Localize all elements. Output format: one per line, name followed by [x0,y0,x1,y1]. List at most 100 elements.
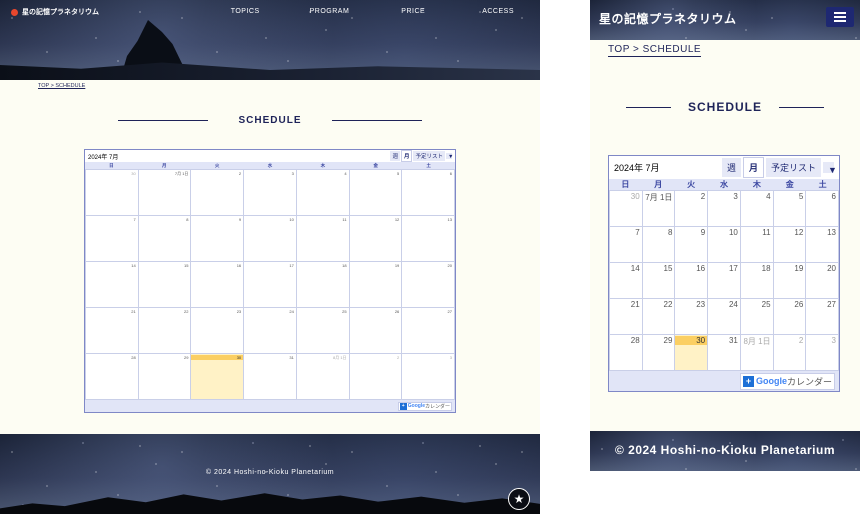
chevron-down-icon[interactable]: ▼ [823,162,837,175]
hamburger-menu-icon[interactable] [826,7,854,27]
calendar-day[interactable]: 19 [349,262,402,307]
calendar-day[interactable]: 16 [675,263,708,298]
calendar-day[interactable]: 2 [349,354,402,399]
calendar-day[interactable]: 12 [773,227,806,262]
calendar-day[interactable]: 6 [402,170,454,215]
view-list-button[interactable]: 予定リスト [765,158,821,177]
calendar-day[interactable]: 11 [296,216,349,261]
calendar-day[interactable]: 6 [806,191,838,226]
calendar-day[interactable]: 5 [349,170,402,215]
calendar-day-today[interactable]: 30 [191,354,244,399]
calendar-day[interactable]: 4 [296,170,349,215]
calendar-day[interactable]: 4 [740,191,773,226]
calendar-day[interactable]: 21 [610,299,642,334]
calendar-day[interactable]: 29 [642,335,675,370]
day-number: 25 [342,309,347,314]
calendar-day[interactable]: 8月 1日 [740,335,773,370]
calendar-day[interactable]: 2 [773,335,806,370]
google-calendar-embed[interactable]: 2024年 7月 週 月 予定リスト ▼ 日月火水木金土 30 7月 1日 2 3 4 5… [84,149,456,413]
calendar-day[interactable]: 22 [642,299,675,334]
calendar-day[interactable]: 28 [86,354,138,399]
view-month-button[interactable]: 月 [742,157,764,178]
mobile-google-calendar-embed[interactable]: 2024年 7月 週 月 予定リスト ▼ 日月火水木金土 30 7月 1日 2 3 4 5… [608,155,840,392]
calendar-day[interactable]: 5 [773,191,806,226]
calendar-day[interactable]: 8 [642,227,675,262]
calendar-day[interactable]: 9 [191,216,244,261]
calendar-day[interactable]: 26 [773,299,806,334]
view-week-button[interactable]: 週 [390,151,400,161]
google-calendar-button[interactable]: + Google カレンダー [739,372,835,390]
view-week-button[interactable]: 週 [721,158,741,177]
calendar-day[interactable]: 11 [740,227,773,262]
calendar-day[interactable]: 7 [86,216,138,261]
calendar-day[interactable]: 7 [610,227,642,262]
calendar-day[interactable]: 15 [138,262,191,307]
chevron-down-icon[interactable]: ▼ [446,153,453,160]
calendar-day[interactable]: 24 [244,308,296,353]
day-number: 3 [831,336,836,345]
calendar-day[interactable]: 20 [806,263,838,298]
mobile-logo[interactable]: 星の記憶プラネタリウム [599,10,737,27]
calendar-day[interactable]: 18 [296,262,349,307]
calendar-day[interactable]: 16 [191,262,244,307]
calendar-day[interactable]: 27 [402,308,454,353]
nav-program[interactable]: PROGRAM [310,8,350,15]
google-calendar-button[interactable]: + Google カレンダー [397,401,452,411]
calendar-day-today[interactable]: 30 [675,335,708,370]
site-logo[interactable]: 星の記憶プラネタリウム [11,7,99,17]
calendar-day[interactable]: 26 [349,308,402,353]
calendar-day[interactable]: 3 [244,170,296,215]
calendar-day[interactable]: 30 [610,191,642,226]
view-month-button[interactable]: 月 [400,150,413,162]
calendar-day[interactable]: 13 [806,227,838,262]
calendar-day[interactable]: 17 [244,262,296,307]
calendar-day[interactable]: 3 [402,354,454,399]
calendar-day[interactable]: 29 [138,354,191,399]
calendar-day[interactable]: 8 [138,216,191,261]
calendar-day[interactable]: 14 [610,263,642,298]
view-list-button[interactable]: 予定リスト [413,151,445,161]
calendar-day[interactable]: 23 [675,299,708,334]
calendar-day[interactable]: 10 [244,216,296,261]
day-number: 19 [794,264,804,273]
calendar-day[interactable]: 3 [708,191,740,226]
page-top-icon[interactable]: ★ [508,488,530,510]
weekday-label: 土 [818,180,827,189]
nav-price[interactable]: PRICE [401,8,425,15]
mobile-breadcrumb[interactable]: TOP > SCHEDULE [608,44,702,57]
calendar-day[interactable]: 24 [708,299,740,334]
day-number: 7 [133,217,136,222]
calendar-day[interactable]: 12 [349,216,402,261]
nav-access[interactable]: ACCESS [482,8,514,15]
calendar-day[interactable]: 2 [675,191,708,226]
calendar-day[interactable]: 17 [708,263,740,298]
calendar-day[interactable]: 31 [708,335,740,370]
calendar-day[interactable]: 27 [806,299,838,334]
calendar-day[interactable]: 7月 1日 [642,191,675,226]
calendar-day[interactable]: 3 [806,335,838,370]
calendar-day[interactable]: 7月 1日 [138,170,191,215]
calendar-day[interactable]: 10 [708,227,740,262]
calendar-day[interactable]: 28 [610,335,642,370]
calendar-day[interactable]: 19 [773,263,806,298]
calendar-day[interactable]: 14 [86,262,138,307]
calendar-day[interactable]: 25 [296,308,349,353]
calendar-day[interactable]: 25 [740,299,773,334]
calendar-day[interactable]: 23 [191,308,244,353]
calendar-day[interactable]: 9 [675,227,708,262]
calendar-day[interactable]: 31 [244,354,296,399]
mobile-section-title-wrap: SCHEDULE [626,100,824,114]
calendar-day[interactable]: 15 [642,263,675,298]
calendar-day[interactable]: 30 [86,170,138,215]
calendar-day[interactable]: 8月 1日 [296,354,349,399]
nav-topics[interactable]: TOPICS [231,8,260,15]
section-title-wrap: SCHEDULE [118,115,422,126]
calendar-day[interactable]: 18 [740,263,773,298]
calendar-day[interactable]: 2 [191,170,244,215]
calendar-day[interactable]: 22 [138,308,191,353]
breadcrumb[interactable]: TOP > SCHEDULE [38,83,85,89]
calendar-day[interactable]: 13 [402,216,454,261]
calendar-day[interactable]: 21 [86,308,138,353]
calendar-day[interactable]: 20 [402,262,454,307]
calendar-header: 2024年 7月 週 月 予定リスト ▼ [609,156,839,179]
